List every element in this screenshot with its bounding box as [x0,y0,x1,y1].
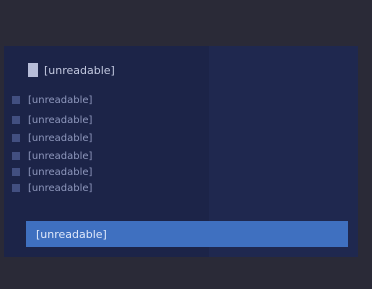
app-icon [28,63,38,77]
text-line: [unreadable] [4,112,358,128]
text-line: [unreadable] [4,148,358,164]
line-bullet-icon [12,116,20,124]
highlighted-row[interactable]: [unreadable] [26,221,348,247]
text-line-label: [unreadable] [28,150,93,162]
line-bullet-icon [12,168,20,176]
line-bullet-icon [12,96,20,104]
highlighted-row-label: [unreadable] [36,227,107,241]
text-line-label: [unreadable] [28,166,93,178]
panel-title: [unreadable] [28,60,115,80]
line-bullet-icon [12,134,20,142]
text-line-label: [unreadable] [28,182,93,194]
text-line: [unreadable] [4,164,358,180]
text-line-label: [unreadable] [28,114,93,126]
line-bullet-icon [12,184,20,192]
line-bullet-icon [12,152,20,160]
text-line: [unreadable] [4,180,358,196]
content-panel: [unreadable] [unreadable] [unreadable] [… [4,46,358,257]
text-line-label: [unreadable] [28,94,93,106]
text-line: [unreadable] [4,130,358,146]
text-line: [unreadable] [4,92,358,108]
panel-title-text: [unreadable] [44,63,115,77]
text-line-label: [unreadable] [28,132,93,144]
